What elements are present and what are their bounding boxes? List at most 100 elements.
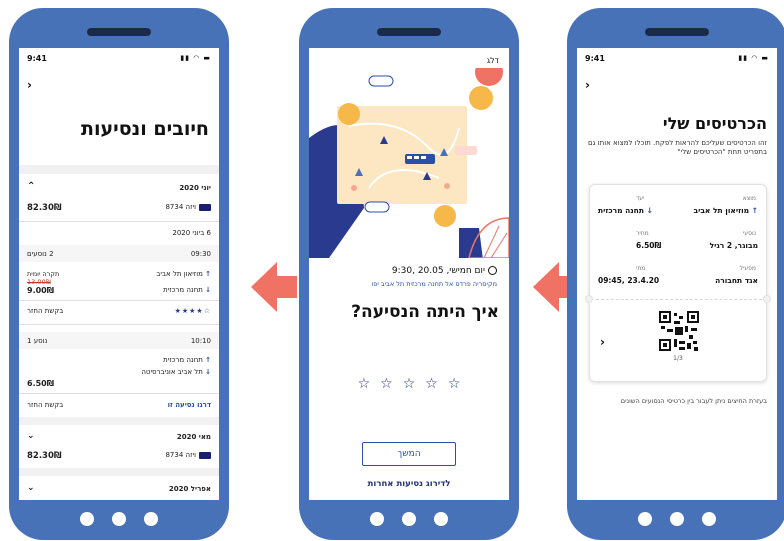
refund-link[interactable]: בקשת החזר	[27, 307, 63, 315]
dot	[702, 512, 716, 526]
arrow-up-icon: ↑	[205, 356, 211, 364]
trip-time: 10:10	[190, 337, 211, 345]
back-chevron-icon[interactable]: ›	[27, 78, 32, 92]
rating-stars[interactable]: ☆★★★★	[175, 307, 211, 315]
day-label: 6 ביוני 2020	[172, 229, 211, 237]
price-label: מחיר	[636, 230, 649, 237]
time-value: 23.4.20 ,09:45	[598, 276, 660, 285]
month-label: מאי 2020	[176, 433, 211, 441]
dot	[670, 512, 684, 526]
clock-icon	[488, 266, 497, 275]
divider-band	[19, 468, 219, 476]
back-chevron-icon[interactable]: ›	[585, 78, 590, 92]
skip-link[interactable]: דלג	[487, 56, 499, 65]
star-rating[interactable]: ☆ ☆ ☆ ☆ ☆	[309, 373, 509, 392]
origin-label: מוצא	[742, 195, 756, 202]
passenger-count: נוסע 1	[27, 337, 48, 345]
ticket-pager: 1/3	[673, 355, 683, 362]
trip-time: 09:30	[190, 250, 211, 258]
star-icon[interactable]: ☆	[380, 376, 393, 392]
rate-other-trips-link[interactable]: לדירוג נסיעות אחרות	[309, 479, 509, 489]
ticket-card: מוצא יעד ↑ מוזיאון תל אביב ↓ תחנה מרכזית…	[585, 184, 771, 382]
dot	[434, 512, 448, 526]
chevron-down-icon[interactable]: ⌄	[27, 483, 35, 493]
dot	[370, 512, 384, 526]
star-icon[interactable]: ☆	[425, 376, 438, 392]
star-icon[interactable]: ☆	[358, 376, 371, 392]
charges-screen: 9:41 ▮▮ ◠ ▬ › חיובים ונסיעות יוני 2020 ⌃…	[19, 48, 219, 500]
passenger-count: 2 נוסעים	[27, 250, 54, 258]
arrow-down-icon: ↓	[205, 368, 211, 376]
month-amount: 82.30₪	[27, 203, 62, 213]
dot	[402, 512, 416, 526]
from-stop: מוזיאון תל אביב	[156, 270, 203, 278]
phone-left: 9:41 ▮▮ ◠ ▬ › חיובים ונסיעות יוני 2020 ⌃…	[9, 8, 229, 540]
card-label: ויזה 8734	[165, 203, 196, 211]
page-dots	[9, 512, 229, 526]
sad-face-icon	[469, 86, 493, 110]
chevron-up-icon[interactable]: ⌃	[27, 181, 35, 192]
chat-bubble-icon	[368, 75, 394, 87]
speaker-notch	[645, 28, 709, 36]
visa-icon	[199, 203, 211, 211]
divider-band	[19, 417, 219, 425]
divider	[19, 393, 219, 394]
trip-price: 6.50₪	[27, 379, 54, 388]
status-time: 9:41	[585, 54, 605, 63]
star-icon[interactable]: ☆	[403, 376, 416, 392]
passengers-value: מבוגר, 2 רגיל	[709, 241, 758, 250]
divider-band	[19, 165, 219, 174]
chat-bubble-icon	[364, 201, 390, 213]
chevron-left-icon[interactable]: ‹	[600, 335, 605, 349]
page-dots	[567, 512, 784, 526]
trip-route: מקיסריה פרדס אל תחנה מרכזית תל אביב יפו	[371, 280, 498, 288]
divider	[19, 300, 219, 301]
chevron-down-icon[interactable]: ⌄	[27, 431, 35, 441]
price-value: 6.50₪	[636, 241, 662, 250]
trip-header-shade	[19, 332, 219, 349]
to-stop: תל אביב אוניברסיטה	[141, 368, 203, 376]
ticket-notch	[763, 295, 771, 303]
divider	[19, 324, 219, 325]
dot	[80, 512, 94, 526]
dot	[112, 512, 126, 526]
origin-value: ↑ מוזיאון תל אביב	[693, 206, 758, 215]
from-stop: תחנה מרכזית	[163, 356, 203, 364]
showcase: 9:41 ▮▮ ◠ ▬ › חיובים ונסיעות יוני 2020 ⌃…	[0, 0, 784, 541]
dot	[144, 512, 158, 526]
status-time: 9:41	[27, 54, 47, 63]
signal-wifi-battery-icon: ▮▮ ◠ ▬	[180, 54, 211, 62]
destination-value: ↓ תחנה מרכזית	[598, 206, 653, 215]
to-stop: תחנה מרכזית	[163, 286, 203, 294]
decor-shape	[475, 68, 503, 86]
rate-trip-link[interactable]: דרגו נסיעה זו	[168, 401, 211, 409]
ticket-divider	[596, 299, 762, 300]
speaker-notch	[377, 28, 441, 36]
refund-link[interactable]: בקשת החזר	[27, 401, 63, 409]
divider	[19, 221, 219, 222]
rating-screen: דלג יום חמישי, 20.05 ,9:30 מקיסריה פרדס …	[309, 48, 509, 500]
speaker-notch	[87, 28, 151, 36]
flow-arrow-left-icon	[251, 262, 297, 312]
continue-button[interactable]: המשך	[362, 442, 456, 466]
passengers-label: נוסעי	[742, 230, 756, 237]
phone-right: 9:41 ▮▮ ◠ ▬ › הכרטיסים שלי זהו הכרטיסים …	[567, 8, 784, 540]
arrow-up-icon: ↑	[751, 206, 758, 215]
page-title: הכרטיסים שלי	[662, 114, 767, 133]
trip-map-illustration	[309, 68, 509, 258]
daily-cap-label: תקרה יומית	[27, 270, 60, 278]
destination-label: יעד	[636, 195, 645, 202]
star-icon[interactable]: ☆	[448, 376, 461, 392]
smiley-face-icon	[434, 205, 456, 227]
ticket-notch	[585, 295, 593, 303]
signal-wifi-battery-icon: ▮▮ ◠ ▬	[738, 54, 769, 62]
smiley-face-icon	[338, 103, 360, 125]
trip-price: 9.00₪	[27, 286, 54, 295]
chat-bubble-icon	[455, 146, 477, 155]
page-title: חיובים ונסיעות	[81, 118, 209, 140]
visa-icon	[199, 451, 211, 459]
qr-code-icon	[659, 311, 699, 351]
flow-arrow-left-icon	[533, 262, 579, 312]
old-price: 13.00₪	[27, 278, 51, 286]
month-label: יוני 2020	[179, 184, 211, 192]
